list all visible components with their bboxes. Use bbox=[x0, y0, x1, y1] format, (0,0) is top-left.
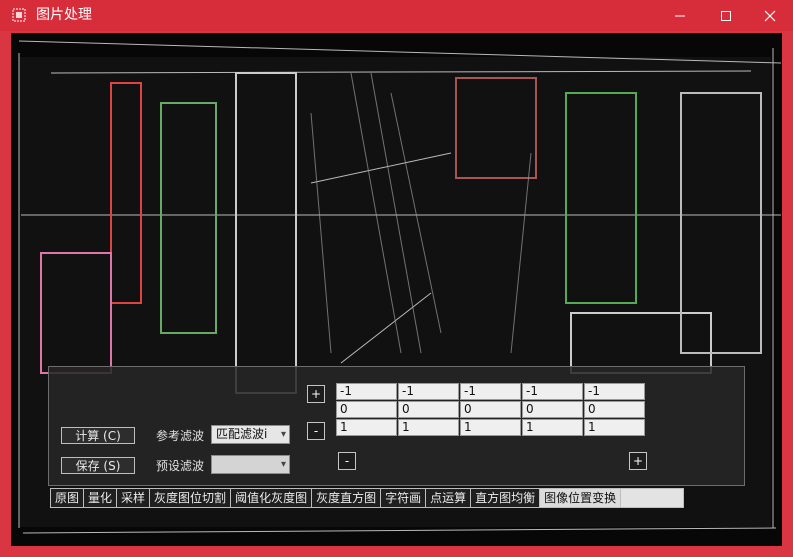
kernel-cell[interactable]: 1 bbox=[522, 419, 583, 436]
kernel-cell[interactable]: -1 bbox=[584, 383, 645, 400]
title-bar[interactable]: 图片处理 bbox=[0, 0, 793, 31]
kernel-cell[interactable]: 1 bbox=[460, 419, 521, 436]
tab-0[interactable]: 原图 bbox=[50, 488, 84, 508]
add-column-button[interactable]: + bbox=[629, 452, 647, 470]
kernel-cell[interactable]: -1 bbox=[460, 383, 521, 400]
tab-8[interactable]: 直方图均衡 bbox=[470, 488, 540, 508]
kernel-cell[interactable]: -1 bbox=[522, 383, 583, 400]
tab-9[interactable]: 图像位置变换 bbox=[539, 488, 621, 508]
kernel-cell[interactable]: 1 bbox=[398, 419, 459, 436]
chevron-down-icon: ▾ bbox=[280, 429, 286, 440]
minimize-icon bbox=[675, 15, 685, 16]
tab-1[interactable]: 量化 bbox=[83, 488, 117, 508]
maximize-button[interactable] bbox=[703, 0, 749, 31]
save-button[interactable]: 保存 (S) bbox=[61, 457, 135, 474]
tab-3[interactable]: 灰度图位切割 bbox=[149, 488, 231, 508]
kernel-cell[interactable]: 0 bbox=[584, 401, 645, 418]
remove-column-button[interactable]: - bbox=[338, 452, 356, 470]
close-button[interactable] bbox=[747, 0, 793, 31]
tab-6[interactable]: 字符画 bbox=[380, 488, 426, 508]
maximize-icon bbox=[721, 10, 731, 21]
close-icon bbox=[764, 10, 776, 21]
window-title: 图片处理 bbox=[36, 7, 92, 23]
compute-button[interactable]: 计算 (C) bbox=[61, 427, 135, 444]
kernel-cell[interactable]: 1 bbox=[584, 419, 645, 436]
chevron-down-icon: ▾ bbox=[280, 459, 286, 470]
preset-filter-select[interactable]: ▾ bbox=[211, 455, 290, 474]
remove-row-button[interactable]: - bbox=[307, 422, 325, 440]
reference-filter-value: 匹配滤波i bbox=[216, 427, 268, 441]
add-row-button[interactable]: + bbox=[307, 385, 325, 403]
tab-5[interactable]: 灰度直方图 bbox=[311, 488, 381, 508]
kernel-cell[interactable]: -1 bbox=[336, 383, 397, 400]
kernel-cell[interactable]: 1 bbox=[336, 419, 397, 436]
tab-bar: 原图 量化 采样 灰度图位切割 阈值化灰度图 灰度直方图 字符画 点运算 直方图均衡 图像位置变换 bbox=[50, 488, 685, 508]
kernel-cell[interactable]: 0 bbox=[336, 401, 397, 418]
kernel-cell[interactable]: 0 bbox=[522, 401, 583, 418]
reference-filter-label: 参考滤波 bbox=[156, 429, 205, 443]
app-icon bbox=[12, 8, 26, 22]
kernel-cell[interactable]: -1 bbox=[398, 383, 459, 400]
preset-filter-label: 预设滤波 bbox=[156, 459, 205, 473]
kernel-cell[interactable]: 0 bbox=[460, 401, 521, 418]
tab-4[interactable]: 阈值化灰度图 bbox=[230, 488, 312, 508]
minimize-button[interactable] bbox=[657, 0, 703, 31]
reference-filter-select[interactable]: 匹配滤波i ▾ bbox=[211, 425, 290, 444]
app-window: 图片处理 计算 (C) 保存 (S) 参考滤波 匹配滤波i ▾ 预设滤波 ▾ +… bbox=[0, 0, 793, 557]
tab-7[interactable]: 点运算 bbox=[425, 488, 471, 508]
kernel-cell[interactable]: 0 bbox=[398, 401, 459, 418]
tab-2[interactable]: 采样 bbox=[116, 488, 150, 508]
tab-empty-area bbox=[620, 488, 685, 508]
